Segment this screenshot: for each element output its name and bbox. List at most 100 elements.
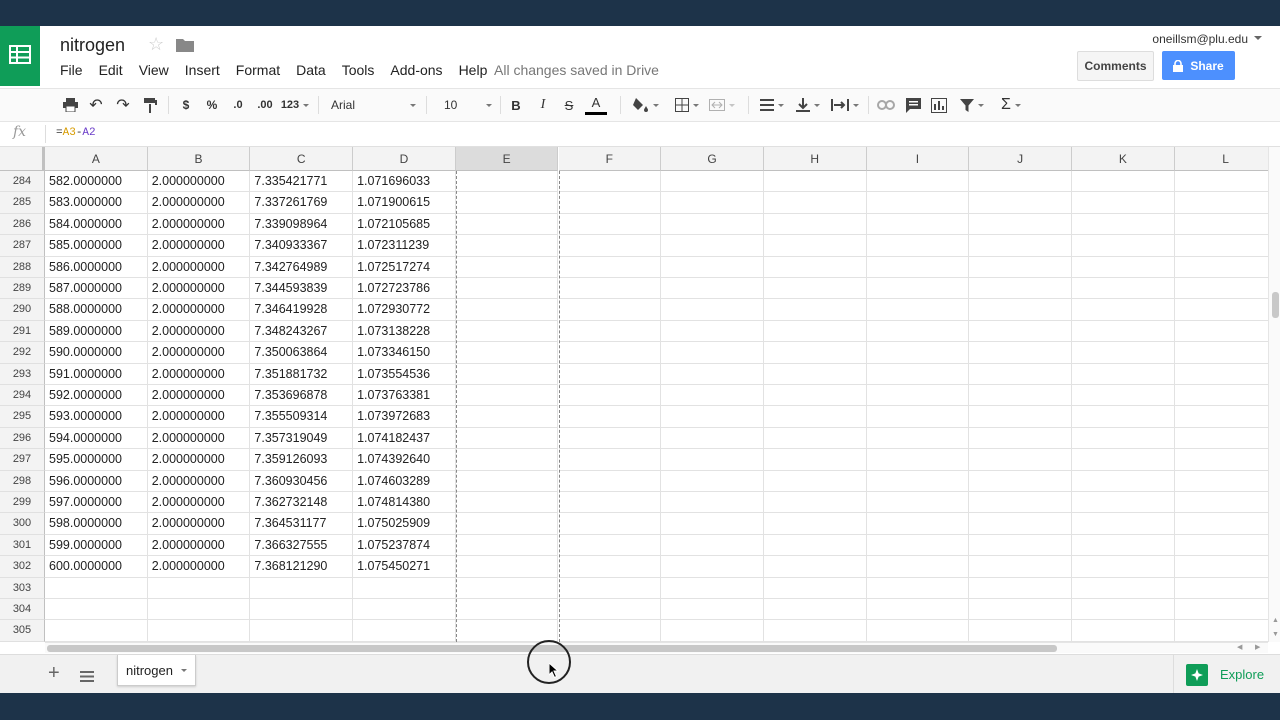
cell-j[interactable] [969,299,1072,321]
column-header-f[interactable]: F [558,147,662,171]
row-header[interactable]: 292 [0,342,45,364]
cell-d[interactable]: 1.071900615 [353,192,456,214]
cell-j[interactable] [969,235,1072,257]
row-header[interactable]: 291 [0,320,45,343]
cell-d[interactable]: 1.074392640 [353,449,456,471]
cell-i[interactable] [866,342,970,364]
menu-view[interactable]: View [139,62,169,78]
cell-i[interactable] [866,278,970,300]
cell-a[interactable]: 597.0000000 [45,492,148,514]
cell-i[interactable] [866,213,970,236]
row-header[interactable]: 297 [0,449,45,471]
more-formats-button[interactable]: 123 [280,89,310,121]
vertical-scrollbar[interactable]: ▲ ▼ [1268,147,1280,642]
cell-f[interactable] [558,342,662,364]
cell-h[interactable] [763,427,867,450]
cell-c[interactable] [250,599,354,621]
column-header-g[interactable]: G [661,147,764,171]
cell-i[interactable] [866,235,970,257]
cell-f[interactable] [558,213,662,236]
cell-g[interactable] [661,449,764,471]
scroll-right-arrow-icon[interactable]: ▶ [1255,643,1260,651]
cell-l[interactable] [1174,556,1268,578]
cell-e[interactable] [455,470,559,492]
cell-e[interactable] [455,556,559,578]
cell-l[interactable] [1174,599,1268,621]
cell-a[interactable]: 594.0000000 [45,427,148,450]
cell-a[interactable]: 583.0000000 [45,192,148,214]
cell-e[interactable] [455,449,559,471]
menu-file[interactable]: File [60,62,83,78]
scroll-up-arrow-icon[interactable]: ▲ [1272,617,1279,624]
cell-k[interactable] [1072,171,1175,193]
sheets-logo-icon[interactable] [0,26,40,86]
column-header-c[interactable]: C [250,147,354,171]
cell-c[interactable]: 7.351881732 [250,363,354,385]
cell-d[interactable]: 1.074603289 [353,470,456,492]
cell-k[interactable] [1072,235,1175,257]
row-header[interactable]: 293 [0,363,45,385]
cell-k[interactable] [1072,492,1175,514]
cell-i[interactable] [866,577,970,599]
cell-k[interactable] [1072,556,1175,578]
cell-c[interactable]: 7.339098964 [250,213,354,236]
cell-g[interactable] [661,213,764,236]
cell-f[interactable] [558,385,662,407]
cell-f[interactable] [558,556,662,578]
comments-button[interactable]: Comments [1077,51,1154,81]
account-email[interactable]: oneillsm@plu.edu [1152,32,1248,46]
cell-b[interactable]: 2.000000000 [147,299,251,321]
cell-e[interactable] [455,256,559,278]
cell-j[interactable] [969,577,1072,599]
cell-h[interactable] [763,171,867,193]
cell-g[interactable] [661,492,764,514]
cell-i[interactable] [866,256,970,278]
explore-button[interactable]: Explore [1173,655,1280,693]
cell-e[interactable] [455,192,559,214]
cell-d[interactable]: 1.072311239 [353,235,456,257]
font-family-select[interactable]: Arial [326,89,416,121]
cell-e[interactable] [455,235,559,257]
cell-a[interactable]: 582.0000000 [45,171,148,193]
cell-j[interactable] [969,534,1072,557]
cell-i[interactable] [866,556,970,578]
paint-format-icon[interactable] [140,89,160,121]
cell-k[interactable] [1072,577,1175,599]
cell-d[interactable]: 1.072723786 [353,278,456,300]
cell-e[interactable] [455,320,559,343]
cell-b[interactable]: 2.000000000 [147,385,251,407]
cell-c[interactable]: 7.348243267 [250,320,354,343]
cell-g[interactable] [661,363,764,385]
cell-g[interactable] [661,470,764,492]
cell-d[interactable]: 1.073554536 [353,363,456,385]
cell-d[interactable]: 1.073972683 [353,406,456,428]
row-header[interactable]: 287 [0,235,45,257]
cell-f[interactable] [558,320,662,343]
row-header[interactable]: 305 [0,620,45,642]
cell-i[interactable] [866,513,970,535]
cell-l[interactable] [1174,364,1268,385]
cell-b[interactable]: 2.000000000 [147,192,251,214]
cell-c[interactable]: 7.362732148 [250,492,354,514]
cell-g[interactable] [661,385,764,407]
cell-d[interactable]: 1.075025909 [353,513,456,535]
print-icon[interactable] [60,89,80,121]
formula-input[interactable]: =A3-A2 [56,127,96,139]
cell-k[interactable] [1072,192,1175,214]
cell-l[interactable] [1174,620,1268,642]
cell-b[interactable]: 2.000000000 [147,363,251,385]
cell-c[interactable] [250,577,354,599]
cell-b[interactable]: 2.000000000 [147,171,251,193]
borders-icon[interactable] [671,89,703,121]
cell-l[interactable] [1174,342,1268,364]
share-button[interactable]: Share [1162,51,1235,80]
cell-f[interactable] [558,406,662,428]
cell-l[interactable] [1174,492,1268,514]
cell-h[interactable] [763,320,867,343]
text-wrapping-icon[interactable] [828,89,862,121]
chevron-down-icon[interactable] [180,668,187,672]
cell-f[interactable] [558,599,662,621]
cell-c[interactable]: 7.353696878 [250,385,354,407]
cell-a[interactable]: 598.0000000 [45,513,148,535]
cell-f[interactable] [558,192,662,214]
